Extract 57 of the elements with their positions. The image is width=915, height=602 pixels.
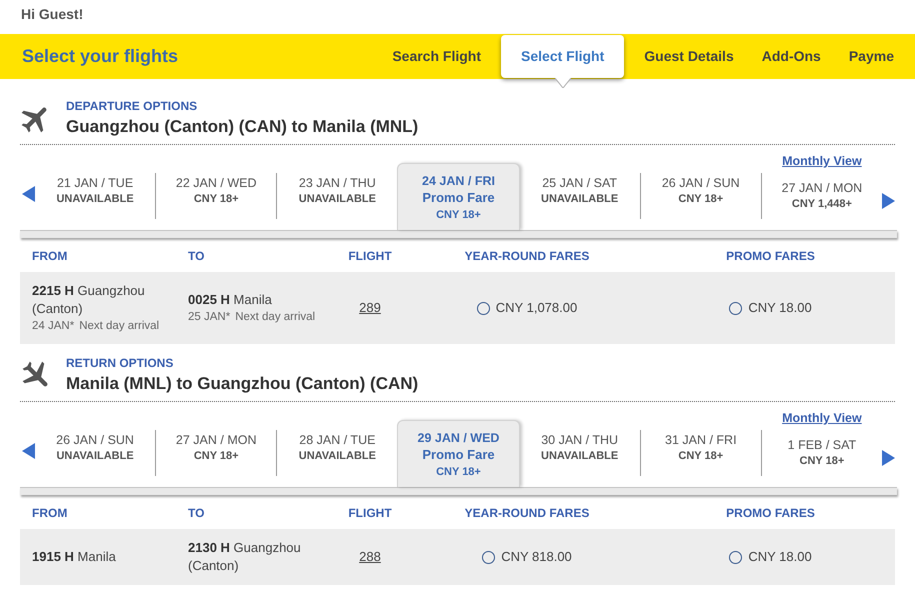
fare-radio[interactable] — [482, 550, 496, 564]
fare-price: CNY 818.00 — [501, 548, 572, 566]
date-tab[interactable]: 30 JAN / THU UNAVAILABLE — [520, 410, 640, 487]
column-header: YEAR-ROUND FARES — [464, 248, 590, 264]
column-header: FROM — [31, 248, 68, 264]
column-header: PROMO FARES — [725, 505, 816, 521]
departure-text: 2215 H Guangzhou (Canton) — [32, 282, 146, 318]
step-tab[interactable]: Search Flight — [378, 35, 496, 78]
column-header: YEAR-ROUND FARES — [464, 505, 590, 521]
date-tab[interactable]: 26 JAN / SUN CNY 18+ — [640, 153, 761, 230]
date-tab[interactable]: 24 JAN / FRI Promo Fare CNY 18+ — [397, 163, 520, 230]
section-heading: DEPARTURE OPTIONS — [66, 99, 198, 114]
date-tab[interactable]: 26 JAN / SUN UNAVAILABLE — [35, 410, 156, 487]
flight-number-link[interactable]: 289 — [359, 298, 381, 318]
left-arrow-icon[interactable] — [22, 186, 35, 202]
date-tab[interactable]: 27 JAN / MON CNY 1,448+ — [782, 180, 862, 212]
route-title: Guangzhou (Canton) (CAN) to Manila (MNL) — [66, 116, 418, 138]
page-title: Select your flights — [22, 45, 178, 68]
right-arrow-icon[interactable] — [882, 450, 895, 466]
date-tab[interactable]: 22 JAN / WED CNY 18+ — [156, 153, 276, 230]
pointer-icon — [554, 78, 571, 88]
date-note: 24 JAN* Next day arrival — [32, 319, 160, 334]
step-tab[interactable]: Guest Details — [630, 35, 748, 78]
date-tab[interactable]: 23 JAN / THU UNAVAILABLE — [277, 153, 398, 230]
route-title: Manila (MNL) to Guangzhou (Canton) (CAN) — [66, 373, 418, 395]
flight-number-link[interactable]: 288 — [359, 547, 381, 567]
date-tab[interactable]: 29 JAN / WED Promo Fare CNY 18+ — [397, 420, 520, 487]
monthly-view-link[interactable]: Monthly View — [782, 410, 862, 426]
fare-radio[interactable] — [476, 302, 490, 314]
date-tab[interactable]: 25 JAN / SAT UNAVAILABLE — [520, 153, 640, 230]
left-arrow-icon[interactable] — [22, 443, 35, 459]
arrival-text: 0025 H Manila — [188, 291, 272, 309]
fare-radio[interactable] — [729, 302, 742, 314]
column-header: FROM — [31, 505, 68, 521]
column-header: FLIGHT — [347, 505, 393, 521]
date-tab[interactable]: 27 JAN / MON CNY 18+ — [156, 410, 276, 487]
date-note: 25 JAN* Next day arrival — [188, 310, 316, 325]
date-tab[interactable]: 28 JAN / TUE UNAVAILABLE — [277, 410, 398, 487]
step-tab[interactable]: Payme — [834, 35, 908, 78]
fare-price: CNY 18.00 — [748, 299, 812, 318]
right-arrow-icon[interactable] — [882, 193, 895, 209]
date-tab[interactable]: 21 JAN / TUE UNAVAILABLE — [35, 153, 156, 230]
fare-price: CNY 18.00 — [748, 548, 812, 566]
column-header: FLIGHT — [347, 248, 393, 264]
column-header: TO — [187, 505, 206, 521]
date-tab[interactable]: 1 FEB / SAT CNY 18+ — [788, 437, 856, 469]
column-header: PROMO FARES — [725, 248, 816, 264]
date-tab[interactable]: 31 JAN / FRI CNY 18+ — [640, 410, 761, 487]
column-header: TO — [187, 248, 206, 264]
arrival-text: 2130 H Guangzhou (Canton) — [188, 539, 302, 575]
greeting-text: Hi Guest! — [20, 5, 84, 24]
monthly-view-link[interactable]: Monthly View — [782, 153, 862, 169]
section-heading: RETURN OPTIONS — [66, 356, 174, 371]
step-tab[interactable]: Add-Ons — [748, 35, 835, 78]
fare-price: CNY 1,078.00 — [496, 299, 578, 318]
fare-radio[interactable] — [729, 550, 742, 564]
departure-text: 1915 H Manila — [32, 548, 116, 566]
